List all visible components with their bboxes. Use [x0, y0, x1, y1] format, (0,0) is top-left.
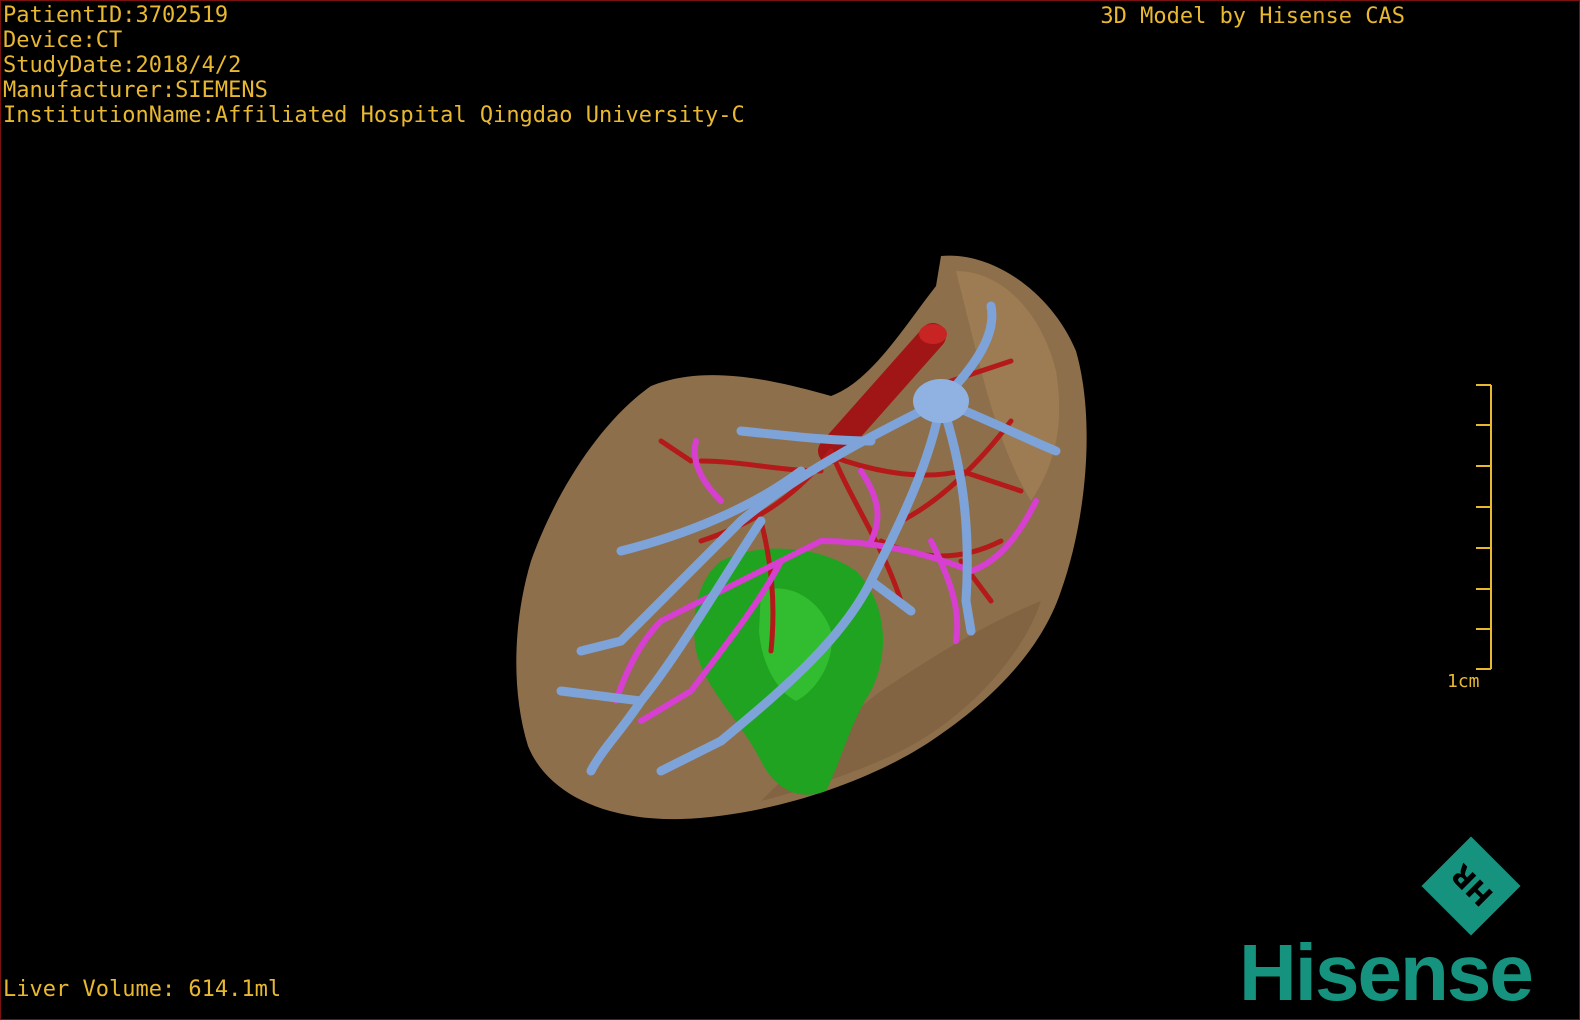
liver-3d-model[interactable] [1, 1, 1579, 1019]
liver-volume: Liver Volume: 614.1ml [3, 977, 282, 1002]
scale-bar [1476, 384, 1492, 670]
scale-bar-label: 1cm [1447, 671, 1480, 692]
artery-trunk-end [919, 324, 947, 344]
3d-viewport[interactable]: PatientID:3702519 Device:CT StudyDate:20… [0, 0, 1580, 1020]
hepatic-vein-confluence [913, 379, 969, 423]
hr-logo-badge: HR [1421, 836, 1521, 936]
hisense-logo: Hisense [1239, 928, 1534, 1017]
